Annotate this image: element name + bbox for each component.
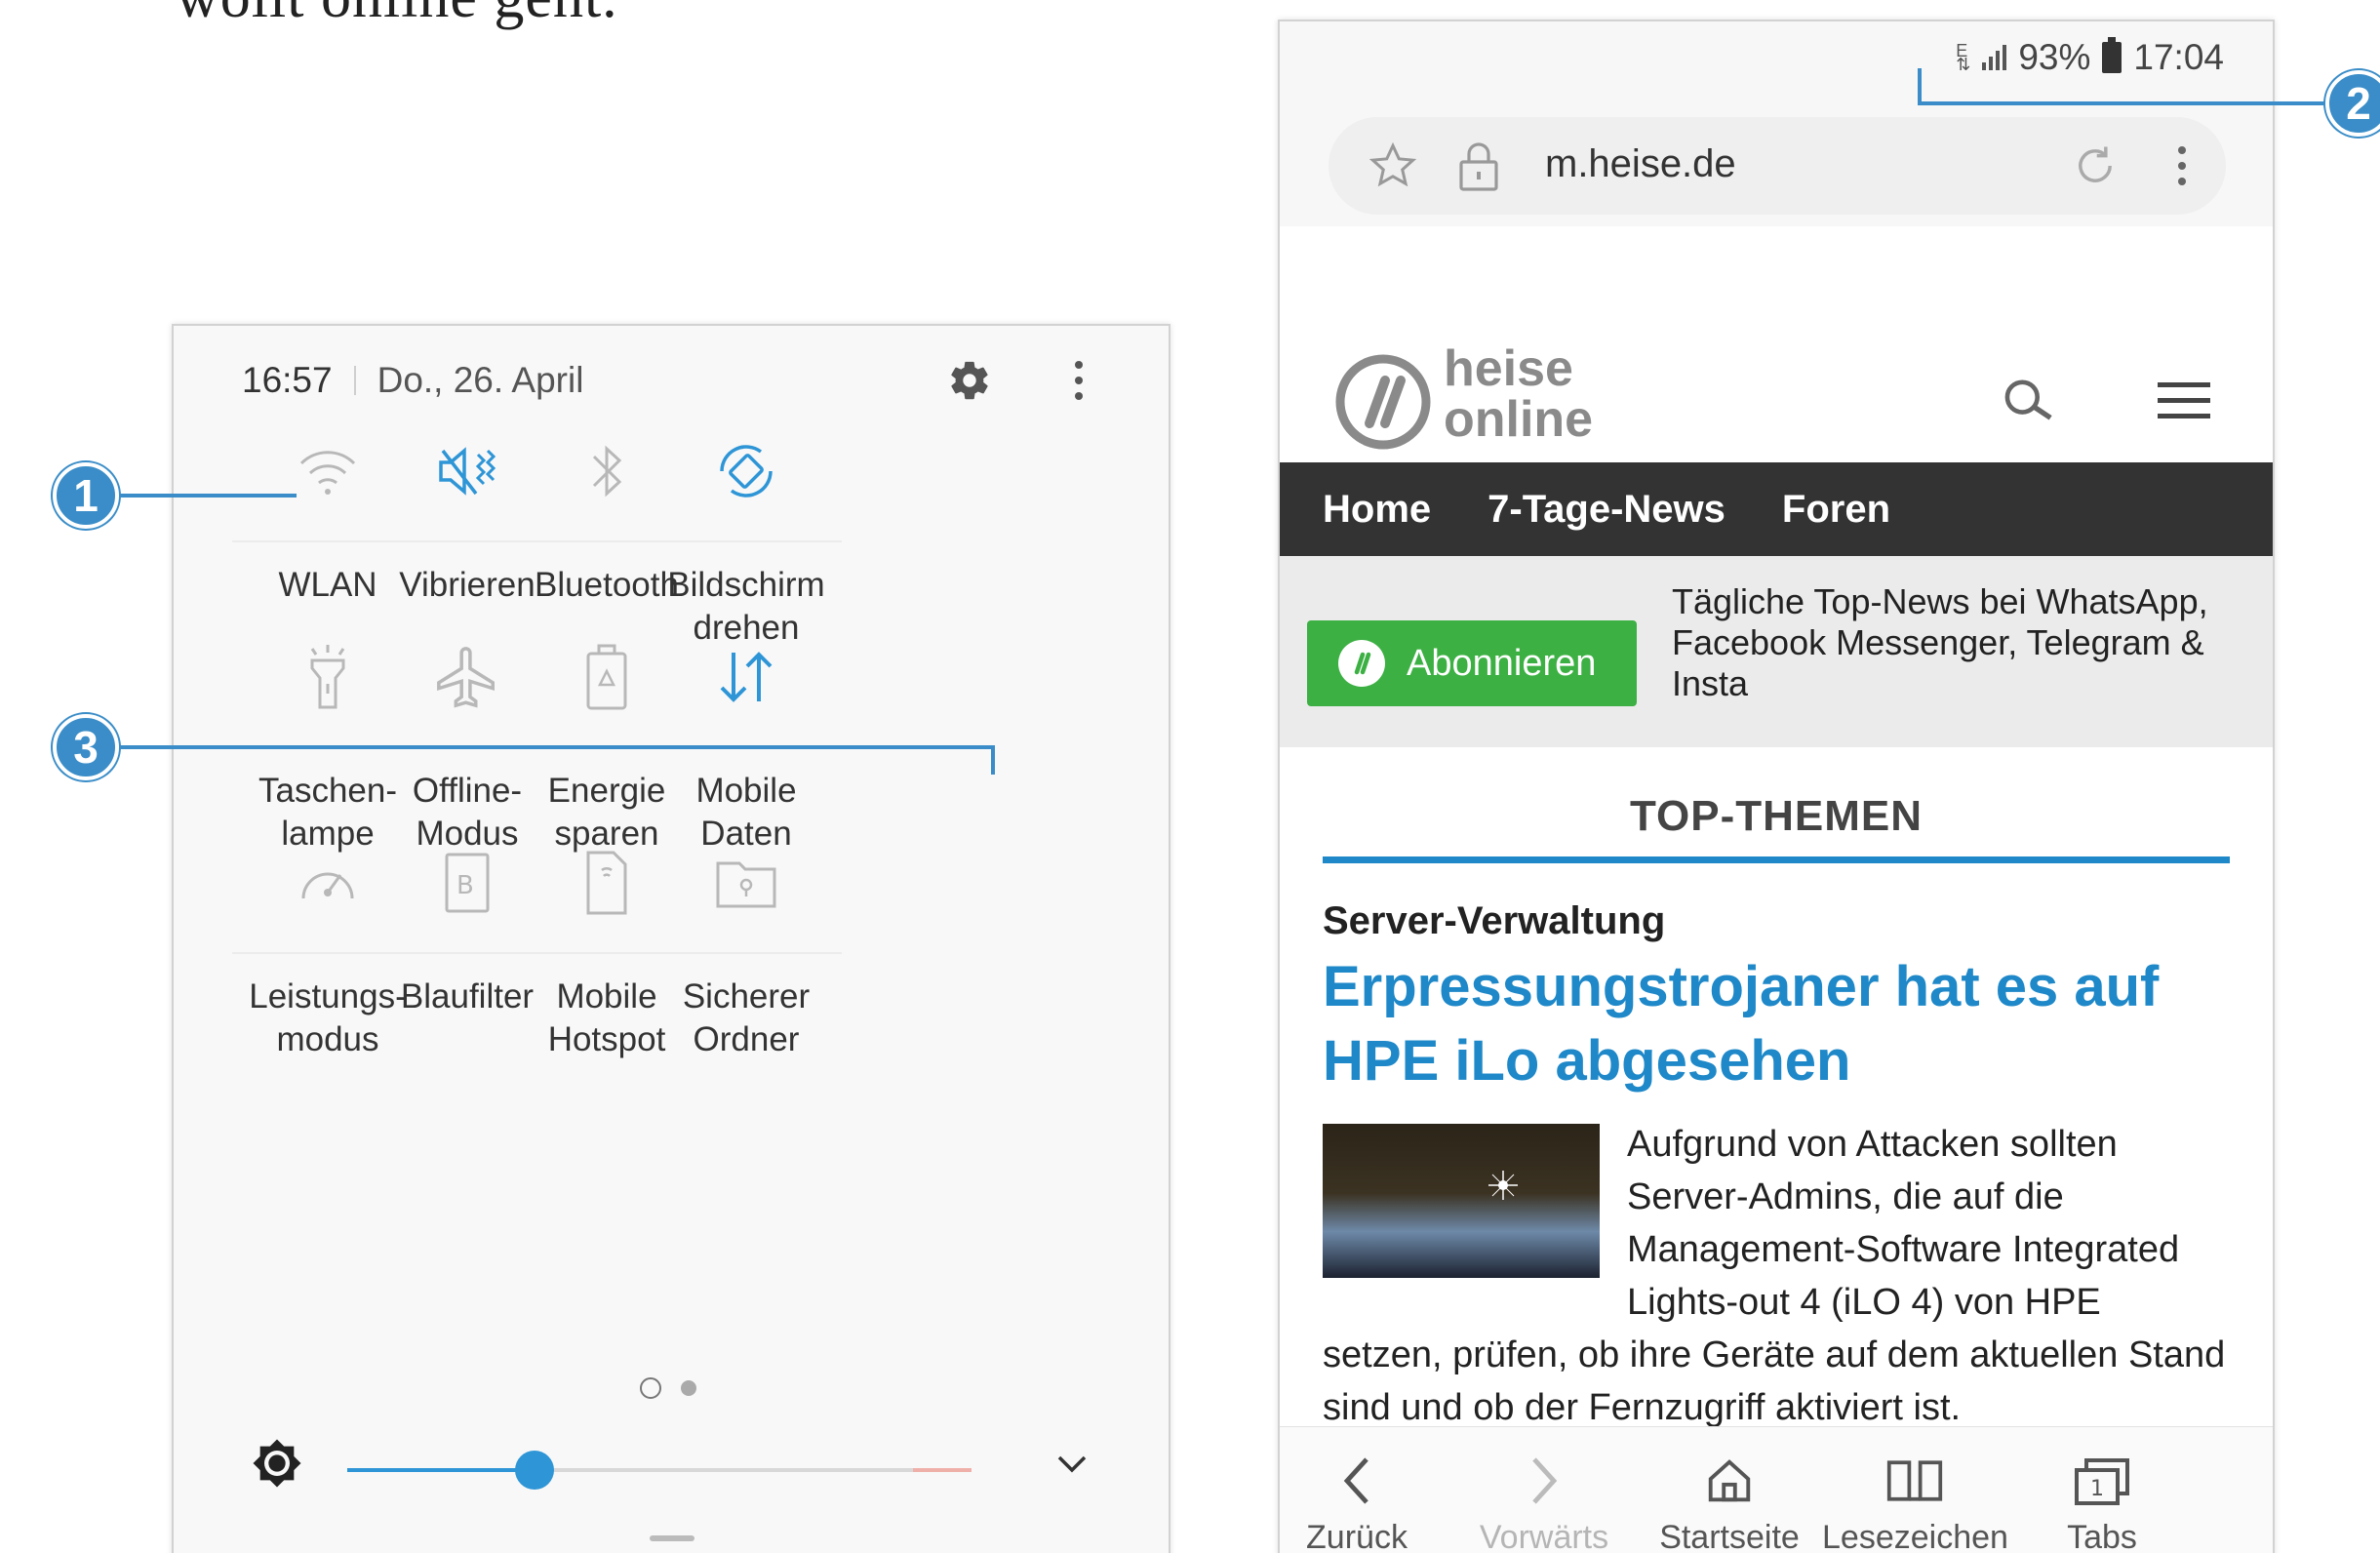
brightness-slider-thumb[interactable] (515, 1451, 554, 1490)
back-label: Zurück (1306, 1519, 1408, 1553)
callout-line-1 (119, 494, 297, 498)
brightness-icon (252, 1438, 302, 1489)
tabs-label: Tabs (2067, 1519, 2137, 1553)
battery-percent: 93% (2018, 37, 2091, 77)
hamburger-menu-icon[interactable] (2158, 382, 2210, 429)
battery-icon (2102, 37, 2122, 73)
lock-icon (1455, 139, 1502, 198)
panel-time: 16:57 (242, 360, 333, 400)
browser-status-bar: E ⇅ 93% 17:04 (1956, 33, 2224, 82)
heise-logo-text[interactable]: heise online (1444, 343, 1593, 445)
secure-folder-icon (649, 829, 844, 936)
nav-7-tage-news[interactable]: 7-Tage-News (1488, 488, 1726, 532)
tabs-button[interactable]: 1 Tabs (2009, 1447, 2195, 1553)
callout-badge-1: 1 (53, 462, 119, 529)
brightness-slider-warning (913, 1468, 972, 1472)
mobile-data-indicator-icon: E ⇅ (1956, 41, 1971, 74)
subscribe-button[interactable]: Abonnieren (1307, 620, 1637, 706)
quick-settings-panel: 16:57 Do., 26. April WLAN Vibrieren Blueto… (172, 324, 1170, 1553)
promo-banner: Abonnieren Tägliche Top-News bei WhatsAp… (1280, 556, 2273, 747)
home-icon (1637, 1447, 1822, 1515)
heise-small-logo-icon (1338, 640, 1385, 687)
star-icon[interactable] (1368, 140, 1418, 196)
panel-more-options-icon[interactable] (1061, 351, 1096, 410)
page-dot (681, 1380, 696, 1396)
tabs-icon: 1 (2009, 1447, 2195, 1515)
tile-mobile-data[interactable]: Mobile Daten (649, 623, 844, 856)
brightness-slider[interactable] (347, 1451, 972, 1490)
callout-line-3 (119, 745, 995, 749)
browser-menu-icon[interactable] (2167, 139, 2197, 193)
forward-label: Vorwärts (1479, 1519, 1609, 1553)
mobile-data-icon (649, 623, 844, 731)
callout-line-2-drop (1918, 68, 1922, 105)
book-text-fragment: wollt online geht. (176, 0, 618, 32)
article-thumbnail[interactable] (1323, 1124, 1600, 1278)
section-title: TOP-THEMEN (1629, 792, 1924, 840)
panel-date: Do., 26. April (377, 360, 584, 400)
thumbnail-light-icon (1488, 1171, 1518, 1200)
status-divider (353, 366, 356, 395)
panel-status-row: 16:57 Do., 26. April (242, 351, 583, 410)
page-indicator (640, 1377, 696, 1399)
chevron-down-icon[interactable] (1050, 1444, 1094, 1483)
article-kicker: Server-Verwaltung (1323, 899, 1666, 942)
section-rule (1323, 856, 2230, 863)
home-label: Startseite (1659, 1519, 1800, 1553)
bookmarks-button[interactable]: Lesezeichen (1822, 1447, 2008, 1553)
browser-window: E ⇅ 93% 17:04 m.heise.de heise online Ho… (1278, 20, 2275, 1553)
svg-text:B: B (456, 871, 474, 900)
callout-line-2 (1918, 101, 2331, 105)
callout-line-3-drop (991, 745, 995, 775)
logo-line-1: heise (1444, 340, 1573, 397)
tile-divider (651, 540, 842, 542)
forward-button[interactable]: Vorwärts (1451, 1447, 1637, 1553)
bookmarks-label: Lesezeichen (1822, 1519, 2008, 1553)
article-headline[interactable]: Erpressungstrojaner hat es auf HPE iLo a… (1323, 950, 2230, 1098)
panel-drag-handle[interactable] (650, 1535, 694, 1541)
tile-divider (651, 952, 842, 954)
page-dot-current (640, 1377, 661, 1399)
browser-bottom-bar: Zurück Vorwärts Startseite Lesezeichen 1… (1280, 1426, 2273, 1553)
callout-badge-2: 2 (2325, 70, 2380, 137)
tile-label: Sicherer Ordner (682, 977, 811, 1058)
brightness-slider-fill (347, 1468, 535, 1472)
subscribe-button-label: Abonnieren (1407, 642, 1597, 684)
heise-logo-icon[interactable] (1334, 353, 1432, 456)
settings-gear-icon[interactable] (940, 351, 999, 410)
signal-icon (1982, 45, 2007, 70)
callout-badge-3: 3 (53, 714, 119, 780)
site-header: heise online (1280, 314, 2273, 480)
logo-line-2: online (1444, 391, 1594, 448)
bookmarks-icon (1822, 1447, 2007, 1515)
home-button[interactable]: Startseite (1637, 1447, 1822, 1553)
url-bar[interactable]: m.heise.de (1329, 117, 2226, 215)
back-icon (1280, 1447, 1449, 1515)
svg-text:1: 1 (2090, 1477, 2104, 1501)
tile-secure-folder[interactable]: Sicherer Ordner (649, 829, 844, 1061)
reload-icon[interactable] (2070, 140, 2121, 196)
url-text[interactable]: m.heise.de (1545, 142, 1736, 186)
promo-text: Tägliche Top-News bei WhatsApp, Facebook… (1672, 581, 2208, 703)
nav-foren[interactable]: Foren (1782, 488, 1890, 532)
rotate-screen-icon (649, 418, 844, 525)
tile-rotate-screen[interactable]: Bildschirm drehen (649, 418, 844, 650)
site-nav: Home 7-Tage-News Foren (1280, 462, 2273, 556)
back-button[interactable]: Zurück (1280, 1447, 1449, 1553)
status-time: 17:04 (2133, 37, 2224, 77)
forward-icon (1451, 1447, 1637, 1515)
search-icon[interactable] (2002, 377, 2058, 430)
nav-home[interactable]: Home (1323, 488, 1431, 532)
